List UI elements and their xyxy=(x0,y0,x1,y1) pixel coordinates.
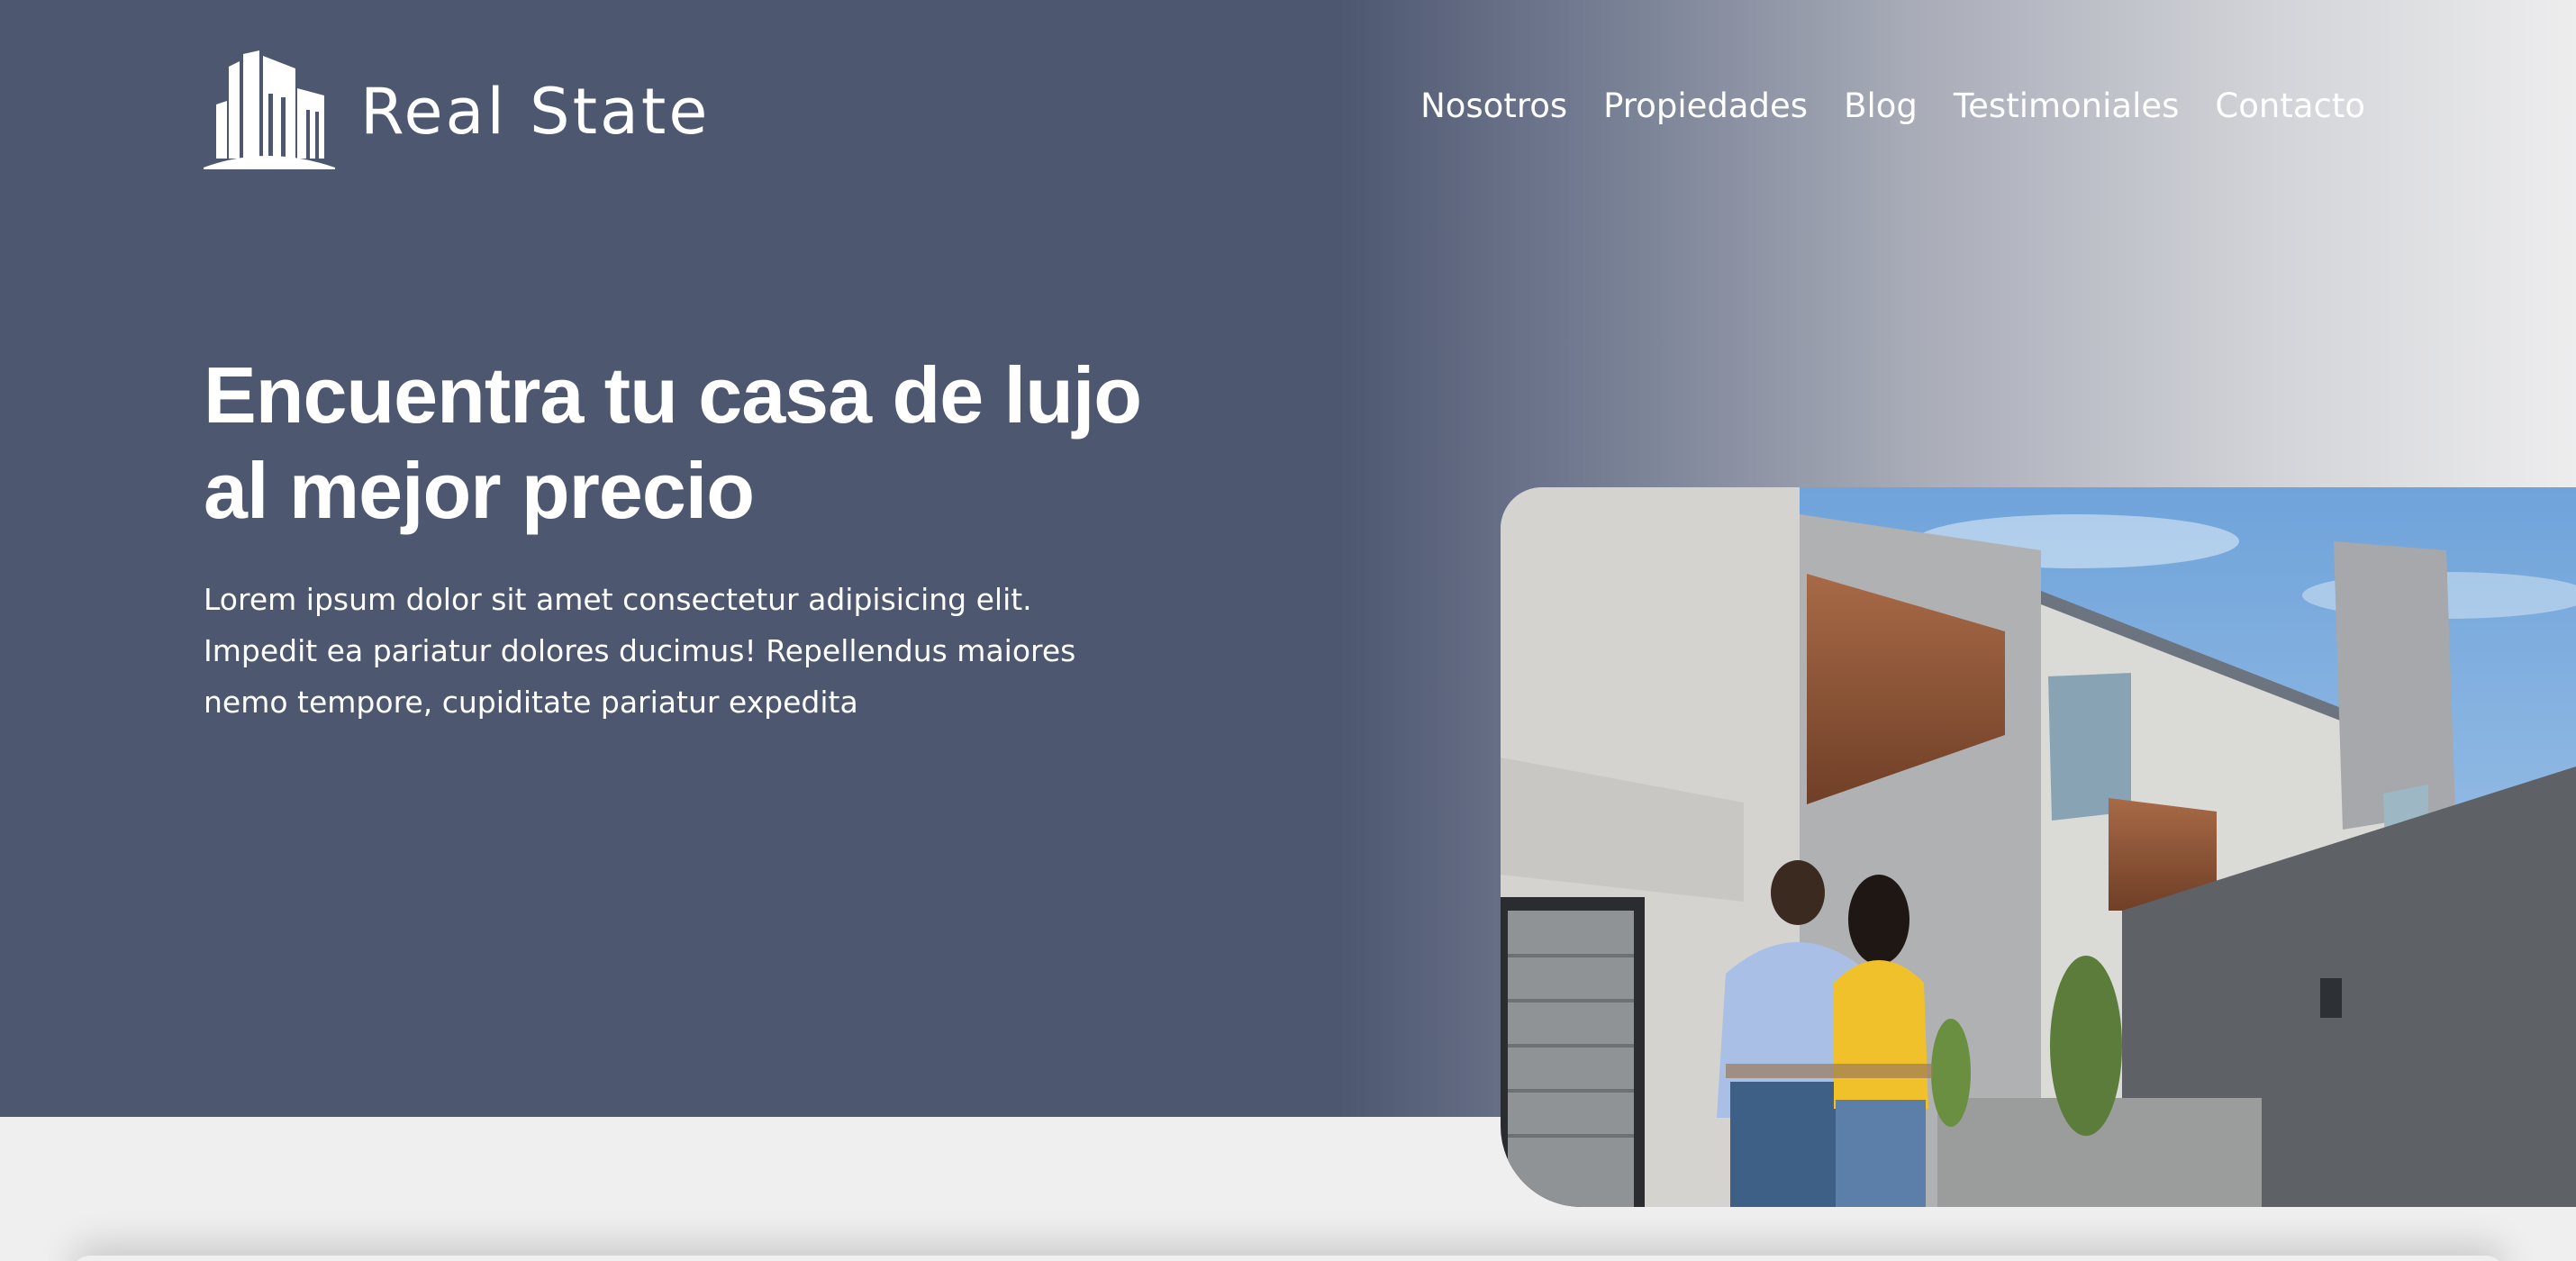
hero-title: Encuentra tu casa de lujo al mejor preci… xyxy=(204,348,1158,539)
nav-item-propiedades[interactable]: Propiedades xyxy=(1603,86,1808,125)
content-card-edge xyxy=(72,1256,2504,1261)
hero-title-line-2: al mejor precio xyxy=(204,446,755,535)
brand-name: Real State xyxy=(360,75,711,149)
nav-item-contacto[interactable]: Contacto xyxy=(2215,86,2365,125)
nav-item-nosotros[interactable]: Nosotros xyxy=(1420,86,1567,125)
nav-item-testimoniales[interactable]: Testimoniales xyxy=(1954,86,2180,125)
nav-item-blog[interactable]: Blog xyxy=(1844,86,1918,125)
main-nav: Nosotros Propiedades Blog Testimoniales … xyxy=(1420,86,2365,125)
hero-description: Lorem ipsum dolor sit amet consectetur a… xyxy=(204,582,1076,720)
hero-image xyxy=(1501,487,2576,1207)
buildings-icon xyxy=(204,50,335,169)
hero-title-line-1: Encuentra tu casa de lujo xyxy=(204,350,1142,440)
logo-link[interactable]: Real State xyxy=(204,49,710,171)
site-header: Real State Nosotros Propiedades Blog Tes… xyxy=(204,49,2365,171)
